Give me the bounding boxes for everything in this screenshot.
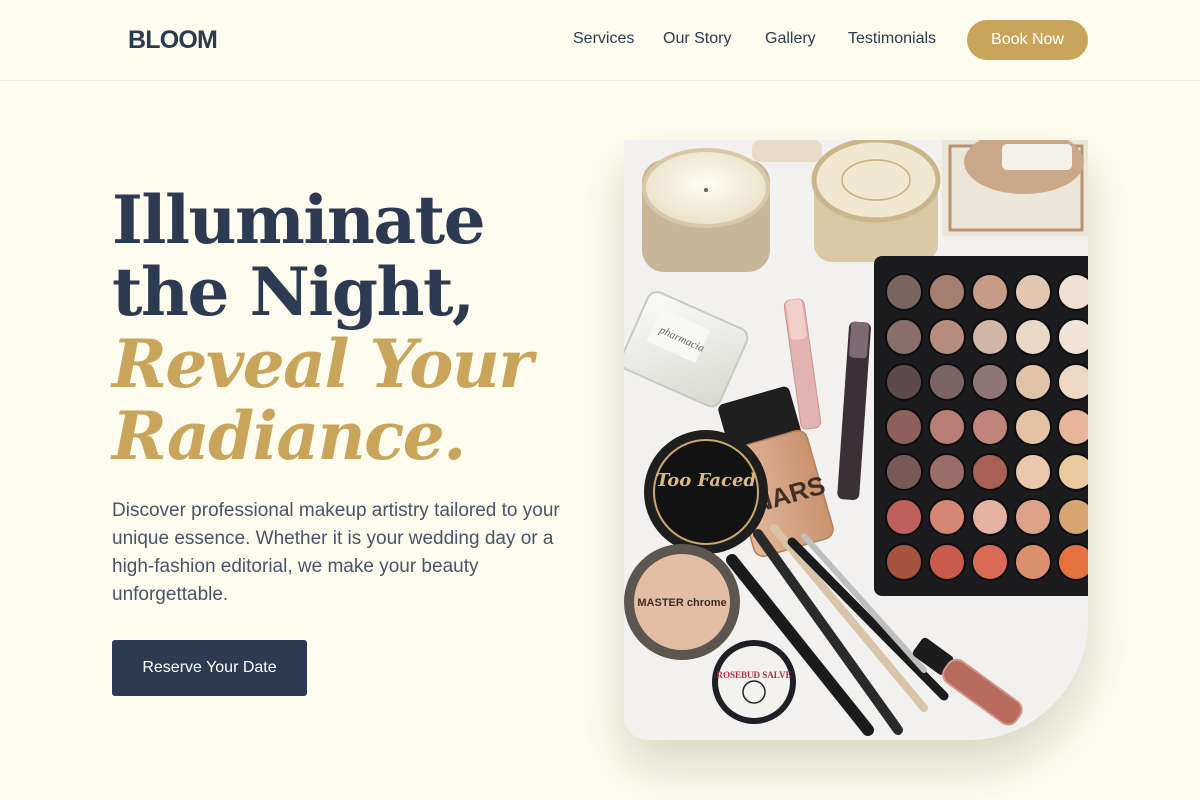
hero-intro-text: Discover professional makeup artistry ta… (112, 500, 560, 605)
eyeshadow-pan (1014, 363, 1052, 401)
eyeshadow-pan (1057, 498, 1088, 536)
eyeshadow-pan (1014, 498, 1052, 536)
nav-link-our-story[interactable]: Our Story (663, 30, 731, 48)
eyeshadow-pan (885, 498, 923, 536)
nav-link-testimonials[interactable]: Testimonials (848, 30, 936, 48)
eyeshadow-pan (971, 363, 1009, 401)
eyeshadow-pan (1057, 318, 1088, 356)
eyeshadow-pan (1057, 453, 1088, 491)
eyeshadow-pan (928, 273, 966, 311)
salve-label: ROSEBUD SALVE (717, 670, 792, 680)
eyeshadow-pan (885, 453, 923, 491)
eyeshadow-pan (928, 408, 966, 446)
headline-line-4: Radiance. (112, 397, 466, 475)
eyeshadow-pan (971, 318, 1009, 356)
eyeshadow-pan (885, 543, 923, 581)
eyeshadow-pan (971, 498, 1009, 536)
eyeshadow-pan (928, 498, 966, 536)
eyeshadow-pan (1014, 453, 1052, 491)
reserve-date-button[interactable]: Reserve Your Date (112, 640, 307, 696)
eyeshadow-pan (1014, 408, 1052, 446)
gold-tray-icon (942, 140, 1088, 236)
hero-headline: Illuminate the Night, Reveal Your Radian… (112, 181, 533, 475)
salve-tin-icon: ROSEBUD SALVE (712, 640, 796, 724)
hero-makeup-image: pharmacia NARS Too Faced MASTER chrome R… (624, 140, 1088, 740)
eyeshadow-pan (1057, 273, 1088, 311)
headline-line-2: the Night, (112, 253, 475, 331)
highlighter-compact-icon: MASTER chrome (624, 544, 740, 660)
eyeshadow-pan (971, 408, 1009, 446)
eyeshadow-pan (1014, 273, 1052, 311)
book-now-button[interactable]: Book Now (967, 20, 1088, 60)
eyeshadow-pan (1014, 543, 1052, 581)
eyeshadow-pan (928, 543, 966, 581)
eyeshadow-pan (971, 453, 1009, 491)
nav-link-services[interactable]: Services (573, 30, 634, 48)
eyeshadow-pan (928, 453, 966, 491)
compact-brand-label: Too Faced (656, 470, 756, 491)
eyeshadow-palette-icon (874, 256, 1088, 596)
brand-logo[interactable]: BLOOM (128, 26, 218, 55)
eyeshadow-pan (1057, 363, 1088, 401)
candle-icon (642, 148, 770, 272)
eyeshadow-pan (971, 273, 1009, 311)
eyeshadow-pan (885, 318, 923, 356)
eyeshadow-pan (971, 543, 1009, 581)
eyeshadow-pan (1057, 408, 1088, 446)
eyeshadow-pan (885, 273, 923, 311)
compact-powder-icon: Too Faced (644, 430, 768, 554)
site-header: BLOOM Services Our Story Gallery Testimo… (0, 0, 1200, 81)
eyeshadow-pan (885, 408, 923, 446)
eyeshadow-pan (928, 363, 966, 401)
makeup-flatlay-illustration: pharmacia NARS Too Faced MASTER chrome R… (624, 140, 1088, 740)
headline-line-1: Illuminate (112, 181, 486, 259)
eyeshadow-pan (928, 318, 966, 356)
nav-link-gallery[interactable]: Gallery (765, 30, 816, 48)
eyeshadow-pan (1014, 318, 1052, 356)
highlighter-label: MASTER chrome (637, 597, 726, 609)
eyeshadow-pan (1057, 543, 1088, 581)
eyeshadow-pan (885, 363, 923, 401)
jar-candle-icon (811, 140, 941, 262)
headline-line-3: Reveal Your (112, 325, 533, 403)
